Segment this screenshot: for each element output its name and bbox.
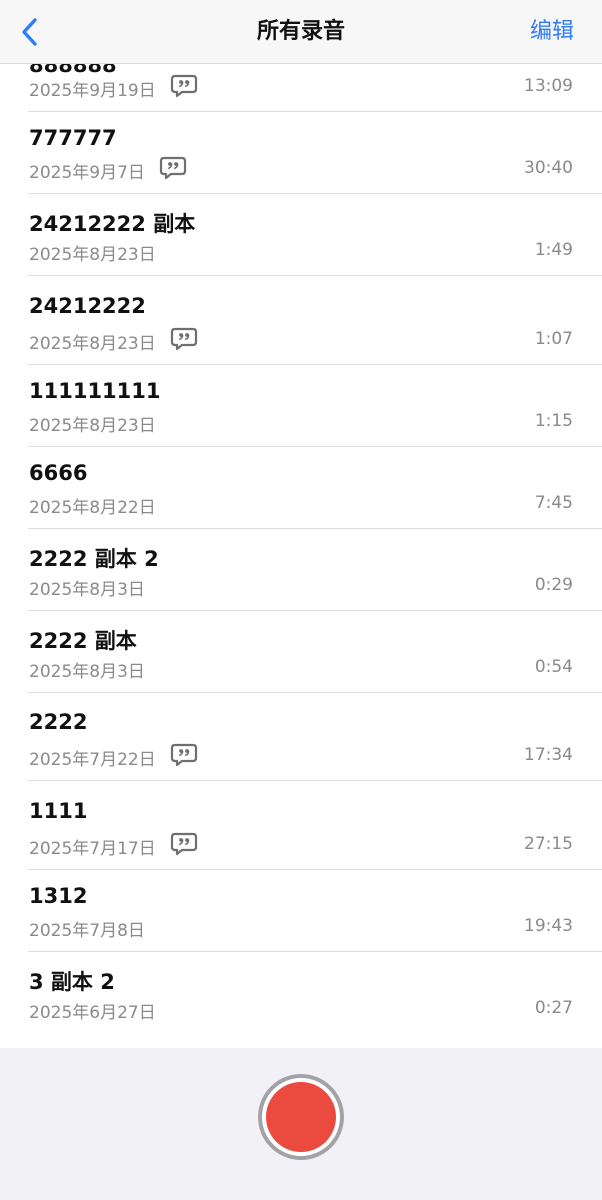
recording-row[interactable]: 2222 副本 2 2025年8月3日 0:29 [0, 529, 602, 611]
recording-duration: 30:40 [524, 158, 573, 178]
recording-title: 2222 副本 [29, 629, 137, 653]
recording-date: 2025年7月17日 [29, 839, 156, 859]
recording-title: 2222 [29, 710, 88, 734]
recording-duration: 0:29 [534, 575, 573, 595]
recording-row[interactable]: 111111111 2025年8月23日 1:15 [0, 365, 602, 447]
recording-row[interactable]: 24212222 2025年8月23日 1:07 [0, 276, 602, 365]
record-button[interactable] [258, 1074, 344, 1160]
recording-row[interactable]: 24212222 副本 2025年8月23日 1:49 [0, 194, 602, 276]
recording-duration: 13:09 [524, 76, 573, 96]
recording-title: 777777 [29, 126, 117, 150]
recording-duration: 27:15 [524, 834, 573, 854]
recording-duration: 17:34 [524, 745, 573, 765]
recording-duration: 7:45 [534, 493, 573, 513]
recording-title: 111111111 [29, 379, 161, 403]
recording-date: 2025年8月3日 [29, 662, 145, 682]
page-title: 所有录音 [256, 19, 345, 44]
recording-title: 1111 [29, 799, 88, 823]
recording-title: 2222 副本 2 [29, 547, 159, 571]
back-button[interactable] [10, 12, 50, 52]
recording-date: 2025年8月23日 [29, 245, 156, 265]
recording-duration: 0:27 [534, 998, 573, 1018]
recording-row[interactable]: 3 副本 2 2025年6月27日 0:27 [0, 952, 602, 1034]
recording-row[interactable]: 2222 副本 2025年8月3日 0:54 [0, 611, 602, 693]
recording-duration: 0:54 [534, 657, 573, 677]
transcript-icon [170, 832, 198, 856]
recording-duration: 19:43 [524, 916, 573, 936]
recording-duration: 1:15 [534, 411, 573, 431]
recording-title: 24212222 副本 [29, 212, 196, 236]
edit-button[interactable]: 编辑 [530, 0, 574, 64]
recording-row[interactable]: 2222 2025年7月22日 17:34 [0, 693, 602, 781]
transcript-icon [170, 743, 198, 767]
recording-date: 2025年8月23日 [29, 334, 156, 354]
record-icon [266, 1082, 336, 1152]
recording-date: 2025年8月3日 [29, 580, 145, 600]
chevron-left-icon [22, 18, 37, 46]
recording-row[interactable]: 6666 2025年8月22日 7:45 [0, 447, 602, 529]
recording-date: 2025年7月22日 [29, 750, 156, 770]
navigation-bar: 所有录音 编辑 [0, 0, 602, 64]
transcript-icon [159, 156, 187, 180]
recording-title: 24212222 [29, 294, 146, 318]
recording-row[interactable]: 1312 2025年7月8日 19:43 [0, 870, 602, 952]
recording-title: 6666 [29, 461, 88, 485]
recording-date: 2025年6月27日 [29, 1003, 156, 1023]
transcript-icon [170, 327, 198, 351]
recording-row[interactable]: 888888 2025年9月19日 13:09 [0, 64, 602, 112]
recording-date: 2025年7月8日 [29, 921, 145, 941]
recording-row[interactable]: 777777 2025年9月7日 30:40 [0, 112, 602, 194]
recording-date: 2025年9月19日 [29, 81, 156, 101]
recording-date: 2025年9月7日 [29, 163, 145, 183]
recording-date: 2025年8月22日 [29, 498, 156, 518]
bottom-toolbar [0, 1048, 602, 1200]
recording-title: 1312 [29, 884, 88, 908]
recordings-list[interactable]: 888888 2025年9月19日 13:09 777777 2025年9月7日 30:4… [0, 64, 602, 1048]
recording-date: 2025年8月23日 [29, 416, 156, 436]
recording-duration: 1:07 [534, 329, 573, 349]
recording-title: 3 副本 2 [29, 970, 115, 994]
transcript-icon [170, 74, 198, 98]
recording-row[interactable]: 1111 2025年7月17日 27:15 [0, 781, 602, 870]
recording-duration: 1:49 [534, 240, 573, 260]
